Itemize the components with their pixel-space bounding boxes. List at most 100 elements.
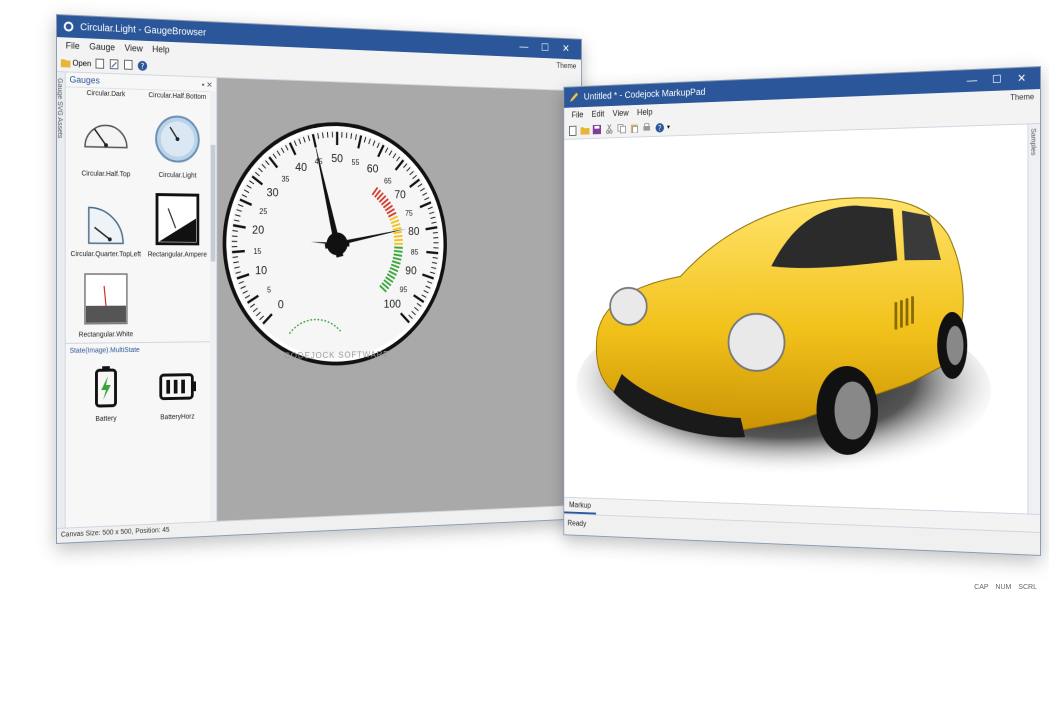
- minimize-button[interactable]: —: [960, 69, 985, 92]
- help-button[interactable]: ?: [137, 59, 148, 71]
- tick-label: 70: [394, 188, 406, 202]
- edit-icon: [110, 59, 119, 69]
- help-icon: ?: [655, 122, 664, 132]
- menu-file[interactable]: File: [567, 110, 587, 120]
- gauge-label: Circular.Dark: [86, 90, 126, 99]
- help-button[interactable]: ?: [654, 122, 664, 134]
- print-button[interactable]: [642, 122, 652, 134]
- state-label: BatteryHorz: [160, 413, 195, 422]
- major-tick: [426, 252, 438, 253]
- gauge-label: Rectangular.Ampere: [147, 251, 207, 259]
- headlight-left: [610, 288, 647, 325]
- tick-label: 65: [384, 177, 392, 186]
- headlight-right: [729, 314, 785, 371]
- maximize-button[interactable]: ☐: [984, 68, 1009, 91]
- color-band-segment: [394, 240, 403, 241]
- menu-gauge[interactable]: Gauge: [84, 41, 119, 52]
- paste-icon: [630, 123, 638, 133]
- gauge-item-rectangular-ampere[interactable]: Rectangular.Ampere: [142, 184, 213, 259]
- speed-gauge: 0510152025303540455055606570758085909510…: [223, 80, 459, 400]
- rear-rim: [946, 325, 964, 366]
- tick-label: 100: [384, 297, 402, 310]
- color-band-segment: [394, 247, 403, 248]
- panel-scrollbar[interactable]: [209, 91, 217, 523]
- theme-menu[interactable]: Theme: [556, 61, 576, 70]
- maximize-button[interactable]: ☐: [534, 37, 555, 58]
- menu-help[interactable]: Help: [633, 107, 657, 117]
- open-button[interactable]: [580, 124, 590, 135]
- minor-tick: [433, 232, 438, 233]
- tick-label: 55: [352, 158, 360, 167]
- tick-label: 75: [405, 209, 413, 218]
- battery-icon: [81, 364, 131, 413]
- chevron-down-icon[interactable]: ▾: [667, 123, 670, 131]
- needle-hub: [326, 232, 348, 256]
- close-button[interactable]: ✕: [555, 38, 576, 59]
- folder-icon: [60, 58, 71, 68]
- menu-help[interactable]: Help: [148, 44, 175, 55]
- svg-text:?: ?: [658, 123, 662, 132]
- gauge-item-rectangular-white[interactable]: Rectangular.White: [70, 264, 142, 339]
- state-item-battery-horz[interactable]: BatteryHorz: [142, 359, 213, 422]
- theme-menu[interactable]: Theme: [1010, 92, 1034, 102]
- menu-edit[interactable]: Edit: [587, 109, 608, 119]
- print-icon: [643, 123, 651, 131]
- copy-button[interactable]: [617, 123, 627, 134]
- save-icon: [592, 124, 602, 135]
- open-button[interactable]: Open: [60, 58, 91, 68]
- side-tab-label: Gauge SVG Assets: [56, 78, 63, 139]
- assets-side-tab[interactable]: Gauge SVG Assets: [56, 72, 66, 529]
- pin-icon[interactable]: ▪ ✕: [202, 80, 213, 89]
- panel-title: Gauges: [69, 74, 100, 86]
- battery-horizontal-icon: [153, 363, 201, 411]
- close-button[interactable]: ✕: [1009, 67, 1034, 90]
- edit-button[interactable]: [108, 58, 119, 70]
- tick-label: 80: [408, 224, 420, 237]
- major-tick: [232, 251, 245, 252]
- gauge-browser-window: Circular.Light - GaugeBrowser — ☐ ✕ File…: [56, 14, 582, 544]
- quarter-gauge-thumbnail: [81, 187, 131, 247]
- cut-button[interactable]: [604, 123, 614, 134]
- save-button[interactable]: [592, 124, 602, 135]
- new-button[interactable]: [567, 125, 577, 136]
- gauge-item-circular-quarter-topleft[interactable]: Circular.Quarter.TopLeft: [70, 183, 142, 258]
- copy-button[interactable]: [123, 59, 134, 71]
- export-button[interactable]: [94, 58, 105, 70]
- color-band-segment: [394, 251, 403, 252]
- tick-label: 50: [331, 151, 343, 165]
- tick-label: 90: [405, 264, 417, 277]
- menu-view[interactable]: View: [608, 108, 632, 118]
- paste-button[interactable]: [629, 123, 639, 134]
- gauge-item-circular-dark[interactable]: Circular.Dark: [70, 89, 142, 98]
- tick-label: 35: [281, 175, 289, 184]
- export-icon: [96, 58, 105, 69]
- cut-icon: [605, 124, 613, 134]
- gauge-item-circular-half-top[interactable]: Circular.Half.Top: [70, 102, 142, 178]
- gauge-item-circular-half-bottom[interactable]: Circular.Half.Bottom: [142, 92, 213, 101]
- new-file-icon: [569, 125, 576, 135]
- tick-label: 95: [400, 285, 408, 294]
- app-icon: [63, 21, 74, 32]
- gauges-panel: Gauges ▪ ✕ Circular.Dark Circular.Half.B…: [65, 72, 218, 529]
- ampere-gauge-thumbnail: [153, 189, 201, 248]
- tick-label: 40: [295, 160, 307, 174]
- scrl-indicator: SCRL: [1018, 584, 1037, 591]
- menu-file[interactable]: File: [61, 40, 85, 51]
- minor-tick: [232, 231, 237, 232]
- gauge-label: Circular.Half.Bottom: [148, 92, 207, 101]
- state-label: Battery: [95, 415, 117, 423]
- pencil-app-icon: [569, 92, 579, 103]
- tick-label: 85: [411, 248, 419, 257]
- gauge-label: Circular.Light: [158, 171, 197, 180]
- tick-label: 5: [267, 286, 272, 295]
- menu-view[interactable]: View: [120, 43, 148, 54]
- tab-markup[interactable]: Markup: [564, 497, 596, 515]
- tick-label: 30: [267, 186, 279, 200]
- gauge-item-circular-light[interactable]: Circular.Light: [142, 105, 213, 180]
- folder-icon: [580, 126, 590, 135]
- gauge-label: Circular.Quarter.TopLeft: [70, 251, 142, 259]
- state-item-battery[interactable]: Battery: [70, 360, 142, 424]
- samples-side-tab[interactable]: Samples: [1027, 124, 1041, 515]
- help-icon: ?: [137, 60, 148, 71]
- minimize-button[interactable]: —: [513, 36, 534, 57]
